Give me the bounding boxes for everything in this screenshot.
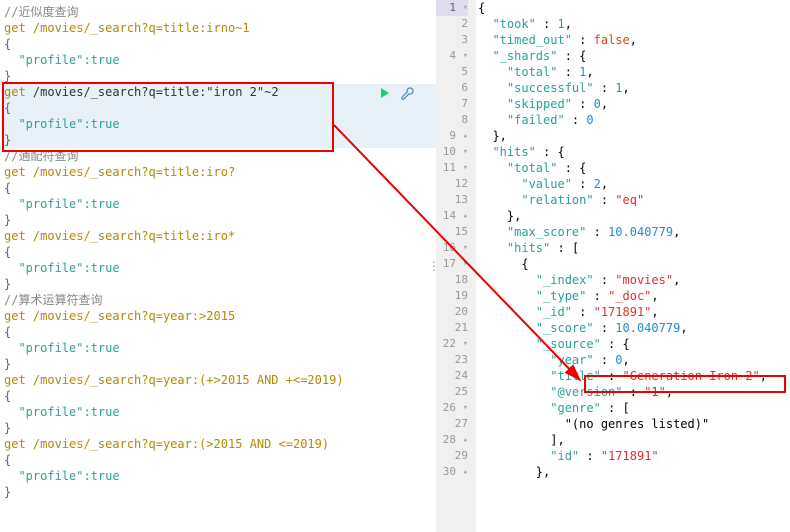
response-line: "successful" : 1, bbox=[478, 80, 790, 96]
response-line: }, bbox=[478, 464, 790, 480]
brace-open: { bbox=[4, 37, 11, 51]
response-viewer: 1 ▾234 ▾56789 ▴10 ▾11 ▾121314 ▴1516 ▾17 … bbox=[436, 0, 790, 532]
response-line: { bbox=[478, 256, 790, 272]
response-line: "max_score" : 10.040779, bbox=[478, 224, 790, 240]
response-line: "failed" : 0 bbox=[478, 112, 790, 128]
response-line: "year" : 0, bbox=[478, 352, 790, 368]
request-5: get /movies/_search?q=year:>2015 bbox=[4, 309, 235, 323]
active-request-line[interactable]: get /movies/_search?q=title:"iron 2"~2 bbox=[4, 84, 436, 100]
response-line: "_shards" : { bbox=[478, 48, 790, 64]
response-line: "_score" : 10.040779, bbox=[478, 320, 790, 336]
response-line: "genre" : [ bbox=[478, 400, 790, 416]
response-line: "_index" : "movies", bbox=[478, 272, 790, 288]
response-line: "id" : "171891" bbox=[478, 448, 790, 464]
request-editor[interactable]: //近似度查询 get /movies/_search?q=title:irno… bbox=[0, 0, 436, 532]
profile-key: "profile":true bbox=[4, 53, 120, 67]
request-3: get /movies/_search?q=title:iro? bbox=[4, 165, 235, 179]
comment-wildcard: //通配符查询 bbox=[4, 149, 78, 163]
response-line: { bbox=[478, 0, 790, 16]
method-get: get bbox=[4, 85, 26, 99]
response-line: "@version" : "1", bbox=[478, 384, 790, 400]
response-line: }, bbox=[478, 128, 790, 144]
response-line: "hits" : { bbox=[478, 144, 790, 160]
run-query-icon[interactable] bbox=[378, 86, 392, 103]
response-line: "total" : { bbox=[478, 160, 790, 176]
response-line: "took" : 1, bbox=[478, 16, 790, 32]
response-line: "(no genres listed)" bbox=[478, 416, 790, 432]
response-line-gutter: 1 ▾234 ▾56789 ▴10 ▾11 ▾121314 ▴1516 ▾17 … bbox=[436, 0, 476, 532]
response-line: "title" : "Generation Iron 2", bbox=[478, 368, 790, 384]
response-line: "skipped" : 0, bbox=[478, 96, 790, 112]
comment-arithmetic: //算术运算符查询 bbox=[4, 293, 102, 307]
response-line: "value" : 2, bbox=[478, 176, 790, 192]
response-line: "timed_out" : false, bbox=[478, 32, 790, 48]
response-line: "hits" : [ bbox=[478, 240, 790, 256]
response-line: "_type" : "_doc", bbox=[478, 288, 790, 304]
panel-resize-handle[interactable]: ⋮ bbox=[432, 0, 436, 532]
comment-proximity: //近似度查询 bbox=[4, 5, 78, 19]
request-4: get /movies/_search?q=title:iro* bbox=[4, 229, 235, 243]
response-line: ], bbox=[478, 432, 790, 448]
request-7: get /movies/_search?q=year:(>2015 AND <=… bbox=[4, 437, 329, 451]
response-line: "total" : 1, bbox=[478, 64, 790, 80]
wrench-icon[interactable] bbox=[400, 86, 414, 103]
brace-close: } bbox=[4, 69, 11, 83]
request-6: get /movies/_search?q=year:(+>2015 AND +… bbox=[4, 373, 344, 387]
request-1: get /movies/_search?q=title:irno~1 bbox=[4, 21, 250, 35]
response-line: "relation" : "eq" bbox=[478, 192, 790, 208]
response-line: "_source" : { bbox=[478, 336, 790, 352]
response-line: }, bbox=[478, 208, 790, 224]
response-line: "_id" : "171891", bbox=[478, 304, 790, 320]
response-code[interactable]: { "took" : 1, "timed_out" : false, "_sha… bbox=[476, 0, 790, 532]
